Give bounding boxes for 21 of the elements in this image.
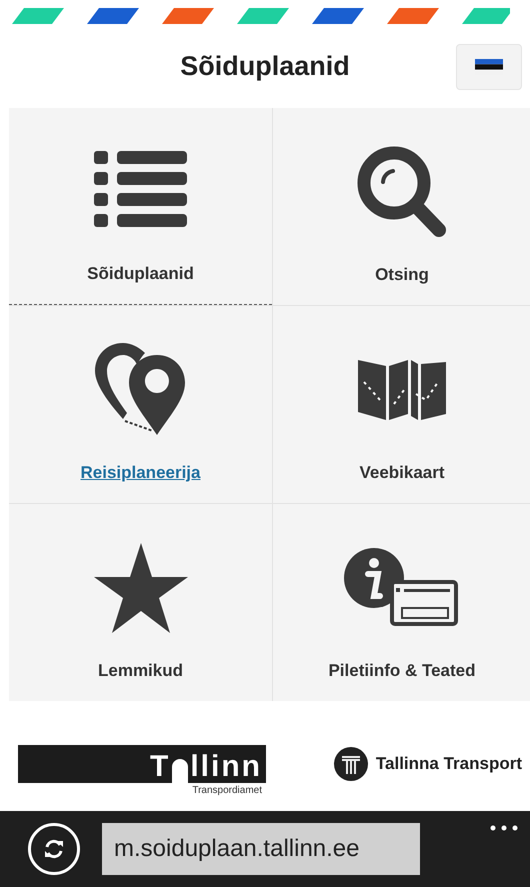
menu-tile[interactable]: Piletiinfo & Teated [273, 504, 530, 701]
refresh-button[interactable] [28, 823, 80, 875]
address-field[interactable]: m.soiduplaan.tallinn.ee [102, 823, 420, 875]
menu-tile[interactable]: Reisiplaneerija [9, 306, 272, 503]
menu-tile[interactable]: Sõiduplaanid [9, 108, 272, 305]
menu-tile[interactable]: Otsing [273, 108, 530, 305]
logo-caption: Transpordiamet [192, 785, 262, 796]
language-button[interactable] [456, 44, 522, 90]
folded-map-icon [358, 360, 446, 420]
search-icon [357, 146, 447, 238]
page-title: Sõiduplaanid [180, 50, 350, 82]
star-icon [94, 542, 188, 632]
more-icon[interactable] [490, 825, 518, 831]
menu-tile[interactable]: Veebikaart [273, 306, 530, 503]
city-logo: T llinn [18, 745, 266, 783]
map-pins-icon [94, 342, 186, 436]
operator-logo-icon [334, 747, 368, 781]
info-ticket-icon [344, 548, 460, 628]
operator-name: Tallinna Transport [376, 754, 522, 774]
menu-tile[interactable]: Lemmikud [9, 504, 272, 701]
refresh-icon [43, 838, 65, 860]
